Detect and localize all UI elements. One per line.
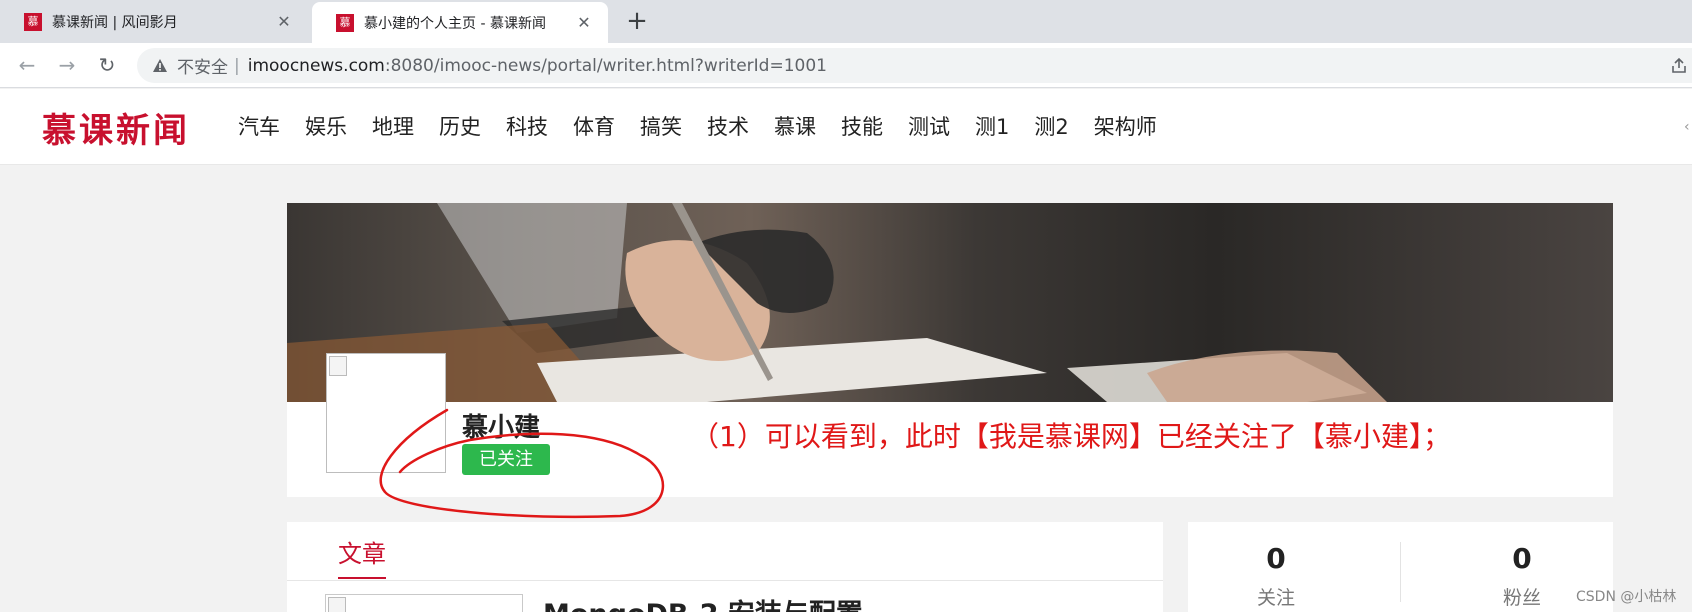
browser-tab-bar: 慕 慕课新闻 | 风间影月 ✕ 慕 慕小建的个人主页 - 慕课新闻 ✕ + (0, 0, 1692, 43)
address-bar[interactable]: 不安全 | imoocnews.com :8080/imooc-news/por… (137, 48, 1692, 83)
writer-avatar (326, 353, 446, 473)
nav-item-dili[interactable]: 地理 (372, 111, 414, 141)
csdn-watermark: CSDN @小枯林 (1576, 589, 1677, 605)
nav-item-muke[interactable]: 慕课 (774, 111, 816, 141)
security-label: 不安全 (177, 58, 228, 78)
nav-item-ce1[interactable]: 测1 (975, 111, 1009, 141)
warning-triangle-icon[interactable] (151, 57, 169, 75)
article-title[interactable]: MongoDB-2 安装与配置 (543, 592, 863, 612)
close-tab-icon[interactable]: ✕ (272, 10, 296, 34)
browser-tab-2[interactable]: 慕 慕小建的个人主页 - 慕课新闻 ✕ (312, 2, 608, 43)
back-arrow-icon[interactable]: ← (13, 51, 41, 79)
header-more-icon[interactable]: ‹ (1684, 119, 1692, 135)
share-icon[interactable] (1670, 57, 1690, 77)
fans-label: 粉丝 (1502, 587, 1541, 609)
following-count: 0 (1266, 542, 1286, 575)
url-path: :8080/imooc-news/portal/writer.html?writ… (384, 55, 827, 76)
tab-title: 慕小建的个人主页 - 慕课新闻 (364, 15, 546, 32)
nav-item-gaoxiao[interactable]: 搞笑 (640, 111, 682, 141)
writer-name: 慕小建 (462, 413, 541, 443)
annotation-note: （1）可以看到，此时【我是慕课网】已经关注了【慕小建】； (691, 420, 1451, 453)
forward-arrow-icon[interactable]: → (53, 51, 81, 79)
broken-image-icon (328, 597, 346, 612)
nav-item-ce2[interactable]: 测2 (1034, 111, 1068, 141)
profile-banner-image (287, 203, 1613, 402)
nav-item-jiagoushi[interactable]: 架构师 (1094, 111, 1157, 141)
tab-title: 慕课新闻 | 风间影月 (52, 14, 178, 31)
reload-icon[interactable]: ↻ (93, 51, 121, 79)
nav-item-jineng[interactable]: 技能 (841, 111, 883, 141)
nav-item-lishi[interactable]: 历史 (439, 111, 481, 141)
following-label: 关注 (1256, 587, 1295, 609)
nav-item-tiyu[interactable]: 体育 (573, 111, 615, 141)
following-stat[interactable]: 0 关注 (1206, 542, 1346, 610)
url-separator: | (234, 55, 240, 76)
nav-item-jishu[interactable]: 技术 (707, 111, 749, 141)
site-header: 慕课新闻 汽车 娱乐 地理 历史 科技 体育 搞笑 技术 慕课 技能 测试 测1… (0, 89, 1692, 165)
nav-item-keji[interactable]: 科技 (506, 111, 548, 141)
followed-button[interactable]: 已关注 (462, 444, 550, 475)
articles-panel: 文章 MongoDB-2 安装与配置 (287, 522, 1163, 612)
nav-item-qiche[interactable]: 汽车 (238, 111, 280, 141)
new-tab-plus-icon[interactable]: + (622, 6, 652, 36)
url-host: imoocnews.com (247, 55, 385, 76)
browser-tab-1[interactable]: 慕 慕课新闻 | 风间影月 ✕ (0, 0, 308, 43)
stats-divider (1400, 542, 1401, 602)
browser-toolbar: ← → ↻ 不安全 | imoocnews.com :8080/imooc-ne… (0, 43, 1692, 88)
site-favicon-icon: 慕 (24, 12, 42, 31)
category-nav: 汽车 娱乐 地理 历史 科技 体育 搞笑 技术 慕课 技能 测试 测1 测2 架… (238, 111, 1182, 141)
tab-articles[interactable]: 文章 (338, 534, 386, 579)
fans-stat[interactable]: 0 粉丝 (1452, 542, 1592, 610)
close-tab-icon[interactable]: ✕ (572, 11, 596, 35)
article-thumbnail[interactable] (325, 594, 523, 612)
site-favicon-icon: 慕 (336, 13, 354, 32)
writer-profile-card: 慕小建 已关注 （1）可以看到，此时【我是慕课网】已经关注了【慕小建】； (287, 203, 1613, 497)
fans-count: 0 (1512, 542, 1532, 575)
nav-item-yule[interactable]: 娱乐 (305, 111, 347, 141)
tab-divider (287, 580, 1163, 581)
writer-stats-panel: 0 关注 0 粉丝 (1188, 522, 1613, 612)
nav-item-ceshi[interactable]: 测试 (908, 111, 950, 141)
site-logo[interactable]: 慕课新闻 (42, 103, 190, 152)
broken-image-icon (329, 356, 347, 376)
